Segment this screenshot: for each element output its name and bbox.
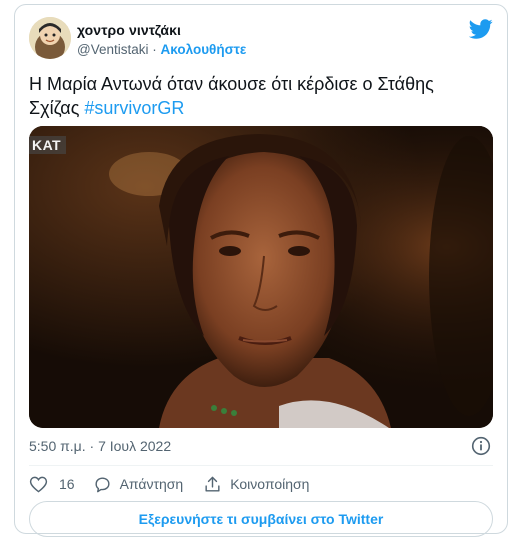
info-icon[interactable]: [471, 436, 491, 456]
twitter-bird-icon[interactable]: [469, 17, 493, 41]
hashtag-link[interactable]: #survivorGR: [84, 98, 184, 118]
author-name[interactable]: χοντρο νιντζάκι: [77, 22, 181, 38]
explore-twitter-button[interactable]: Εξερευνήστε τι συμβαίνει στο Twitter: [29, 501, 493, 537]
tweet-card: χοντρο νιντζάκι @Ventistaki · Ακολουθήστ…: [14, 4, 508, 537]
tweet-media[interactable]: ΚΑΤ: [29, 126, 493, 428]
author-meta: @Ventistaki · Ακολουθήστε: [77, 42, 246, 57]
like-count: 16: [59, 476, 75, 492]
share-button[interactable]: Κοινοποίηση: [203, 475, 309, 494]
reply-button[interactable]: Απάντηση: [93, 475, 184, 494]
speech-bubble-icon: [95, 476, 110, 492]
follow-link[interactable]: Ακολουθήστε: [161, 42, 247, 57]
separator-dot: ·: [152, 42, 157, 57]
reply-label: Απάντηση: [119, 476, 184, 492]
tweet-text: Η Μαρία Αντωνά όταν άκουσε ότι κέρδισε ο…: [29, 72, 489, 120]
divider: [29, 465, 493, 466]
avatar[interactable]: [29, 17, 71, 59]
like-button[interactable]: 16: [29, 475, 75, 494]
avatar-image: [29, 17, 71, 59]
action-bar: 16 Απάντηση Κοινοποίηση: [29, 474, 309, 494]
channel-watermark: ΚΑΤ: [29, 136, 67, 154]
author-handle[interactable]: @Ventistaki: [77, 42, 149, 57]
share-label: Κοινοποίηση: [230, 476, 310, 492]
tweet-timestamp[interactable]: 5:50 π.μ. · 7 Ιουλ 2022: [29, 438, 171, 454]
media-image: [29, 126, 493, 428]
share-upload-icon: [205, 476, 220, 492]
heart-icon: [29, 476, 48, 493]
